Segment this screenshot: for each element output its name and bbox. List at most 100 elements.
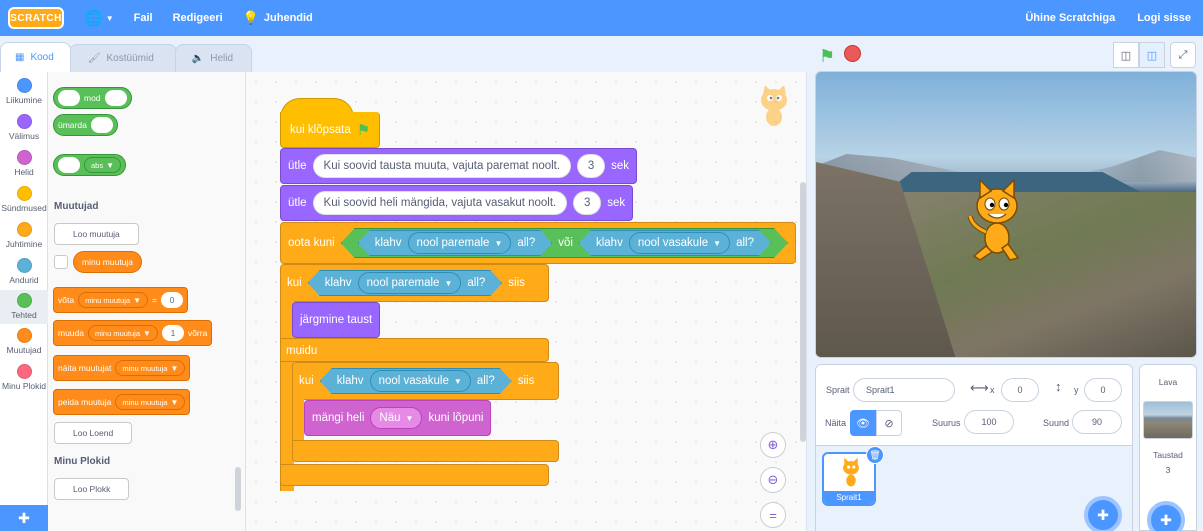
when-flag-clicked-block[interactable]: kui klõpsata ⚑ <box>280 112 381 148</box>
add-extension-button[interactable]: ✚ <box>0 505 48 531</box>
tab-code[interactable]: ▦ Kood <box>0 42 71 72</box>
variable-monitor-checkbox[interactable] <box>54 255 68 269</box>
category-control[interactable]: Juhtimine <box>0 222 48 249</box>
show-variable-dropdown[interactable]: minu muutuja ▼ <box>115 360 186 376</box>
mod-left-input[interactable] <box>58 90 80 106</box>
file-menu[interactable]: Fail <box>124 0 163 36</box>
say-for-secs-block-1[interactable]: ütle Kui soovid tausta muuta, vajuta par… <box>280 148 637 184</box>
stage-selector-panel[interactable]: Lava Taustad 3 ✚ <box>1139 364 1197 531</box>
change-variable-dropdown[interactable]: minu muutuja ▼ <box>88 325 158 341</box>
delete-sprite-button[interactable]: 🗑 <box>866 446 884 464</box>
category-myblocks-label: Minu Plokid <box>2 381 46 391</box>
show-sprite-button[interactable]: 👁 <box>850 410 876 436</box>
palette-block-mod[interactable]: mod <box>53 87 132 109</box>
category-myblocks-dot <box>16 364 32 379</box>
palette-block-round[interactable]: ümarda <box>53 114 118 136</box>
palette-variable-reporter[interactable]: minu muutuja <box>73 251 143 273</box>
palette-block-show-variable[interactable]: näita muutujat minu muutuja ▼ <box>53 355 191 381</box>
category-motion-label: Liikumine <box>6 95 42 105</box>
make-variable-button[interactable]: Loo muutuja <box>54 223 139 245</box>
backdrops-count: 3 <box>1165 465 1171 475</box>
play-sound-until-done-block[interactable]: mängi heli Näu ▼ kuni lõpuni <box>304 400 492 436</box>
fullscreen-button[interactable]: ⤢ <box>1170 42 1196 68</box>
set-variable-dropdown[interactable]: minu muutuja ▼ <box>78 292 149 308</box>
set-value-input[interactable]: 0 <box>161 292 183 308</box>
say-for-secs-block-2[interactable]: ütle Kui soovid heli mängida, vajuta vas… <box>280 185 634 221</box>
zoom-in-button[interactable]: ⊕ <box>760 432 786 458</box>
category-sensing[interactable]: Andurid <box>0 258 48 285</box>
key-dropdown-left[interactable]: nool vasakule ▼ <box>629 232 730 254</box>
abs-dropdown[interactable]: abs ▼ <box>84 157 122 173</box>
say-seconds-input-1[interactable]: 3 <box>577 154 606 178</box>
change-by-label: võrra <box>187 328 208 338</box>
direction-input[interactable]: 90 <box>1072 410 1122 434</box>
script-area-scrollbar[interactable] <box>800 182 806 442</box>
key-pressed-left-sensing[interactable]: klahv nool vasakule ▼ all? <box>579 230 771 256</box>
green-flag-button[interactable]: ⚑ <box>819 46 835 67</box>
category-events[interactable]: Sündmused <box>0 186 48 213</box>
small-stage-button[interactable]: ◫ <box>1113 42 1139 68</box>
category-sound[interactable]: Helid <box>0 150 48 177</box>
say-message-input-1[interactable]: Kui soovid tausta muuta, vajuta paremat … <box>312 154 572 178</box>
language-menu[interactable]: 🌐 ▼ <box>74 0 124 36</box>
say-message-input-2[interactable]: Kui soovid heli mängida, vajuta vasakut … <box>312 191 568 215</box>
key-dropdown-right-if[interactable]: nool paremale ▼ <box>358 272 462 294</box>
x-position-input[interactable]: 0 <box>1001 378 1039 402</box>
my-blocks-heading: Minu Plokid <box>54 456 111 467</box>
category-variables[interactable]: Muutujad <box>0 328 48 355</box>
size-input[interactable]: 100 <box>964 410 1014 434</box>
palette-block-set-variable[interactable]: võta minu muutuja ▼ = 0 <box>53 287 188 313</box>
next-backdrop-block[interactable]: järgmine taust <box>292 302 381 338</box>
category-operators-label: Tehted <box>11 310 37 320</box>
backdrop-thumbnail[interactable] <box>1143 401 1193 439</box>
hide-variable-dropdown[interactable]: minu muutuja ▼ <box>115 394 186 410</box>
palette-block-hide-variable[interactable]: peida muutuja minu muutuja ▼ <box>53 389 191 415</box>
scratch-logo[interactable]: SCRATCH <box>8 7 64 29</box>
category-operators[interactable]: Tehted <box>0 290 48 324</box>
zoom-out-button[interactable]: ⊖ <box>760 467 786 493</box>
key-dropdown-left-if[interactable]: nool vasakule ▼ <box>370 370 471 392</box>
make-block-button[interactable]: Loo Plokk <box>54 478 130 500</box>
palette-block-change-variable[interactable]: muuda minu muutuja ▼ 1 võrra <box>53 320 213 346</box>
script-area[interactable]: kui klõpsata ⚑ ütle Kui soovid tausta mu… <box>246 72 807 531</box>
sound-dropdown[interactable]: Näu ▼ <box>370 407 423 429</box>
secs-label: sek <box>607 197 626 209</box>
key-pressed-right-sensing-if[interactable]: klahv nool paremale ▼ all? <box>308 270 503 296</box>
play-sound-label: mängi heli <box>312 412 365 424</box>
category-myblocks[interactable]: Minu Plokid <box>0 364 48 391</box>
wait-until-block[interactable]: oota kuni klahv nool paremale ▼ all? või… <box>280 222 796 264</box>
chevron-down-icon: ▼ <box>405 413 414 423</box>
add-sprite-button[interactable]: ✚ <box>1084 496 1122 531</box>
inner-if-row: kui klahv nool vasakule ▼ all? siis <box>292 362 541 400</box>
tutorials-button[interactable]: 💡 Juhendid <box>233 0 323 36</box>
category-motion[interactable]: Liikumine <box>0 78 48 105</box>
make-list-button[interactable]: Loo Loend <box>54 422 133 444</box>
tab-sounds[interactable]: 🔈 Helid <box>174 44 253 72</box>
stage-canvas[interactable] <box>815 71 1197 358</box>
key-pressed-right-sensing[interactable]: klahv nool paremale ▼ all? <box>358 230 553 256</box>
round-input[interactable] <box>90 117 113 133</box>
key-pressed-left-sensing-if[interactable]: klahv nool vasakule ▼ all? <box>320 368 512 394</box>
say-label: ütle <box>288 160 307 172</box>
add-backdrop-button[interactable]: ✚ <box>1147 501 1185 531</box>
change-value-input[interactable]: 1 <box>161 325 184 341</box>
edit-menu[interactable]: Redigeeri <box>163 0 233 36</box>
sign-in-link[interactable]: Logi sisse <box>1137 12 1191 24</box>
mod-right-input[interactable] <box>104 90 127 106</box>
normal-stage-button[interactable]: ◫ <box>1139 42 1165 68</box>
tab-costumes[interactable]: 🖌 Kostüümid <box>68 44 177 72</box>
say-seconds-input-2[interactable]: 3 <box>573 191 602 215</box>
palette-scrollbar[interactable] <box>235 467 241 511</box>
hide-sprite-button[interactable]: ⊘ <box>876 410 902 436</box>
y-position-input[interactable]: 0 <box>1084 378 1122 402</box>
sprite-name-input[interactable]: Sprait1 <box>853 378 955 402</box>
palette-block-abs[interactable]: abs ▼ <box>53 154 127 176</box>
zoom-reset-button[interactable]: = <box>760 502 786 528</box>
or-operator[interactable]: klahv nool paremale ▼ all? või klahv noo… <box>341 228 788 258</box>
join-scratch-link[interactable]: Ühine Scratchiga <box>1025 12 1115 24</box>
cat-sprite[interactable] <box>966 176 1028 262</box>
stop-button[interactable] <box>844 45 861 62</box>
key-dropdown-right[interactable]: nool paremale ▼ <box>408 232 512 254</box>
abs-input[interactable] <box>58 157 80 173</box>
category-looks[interactable]: Välimus <box>0 114 48 141</box>
